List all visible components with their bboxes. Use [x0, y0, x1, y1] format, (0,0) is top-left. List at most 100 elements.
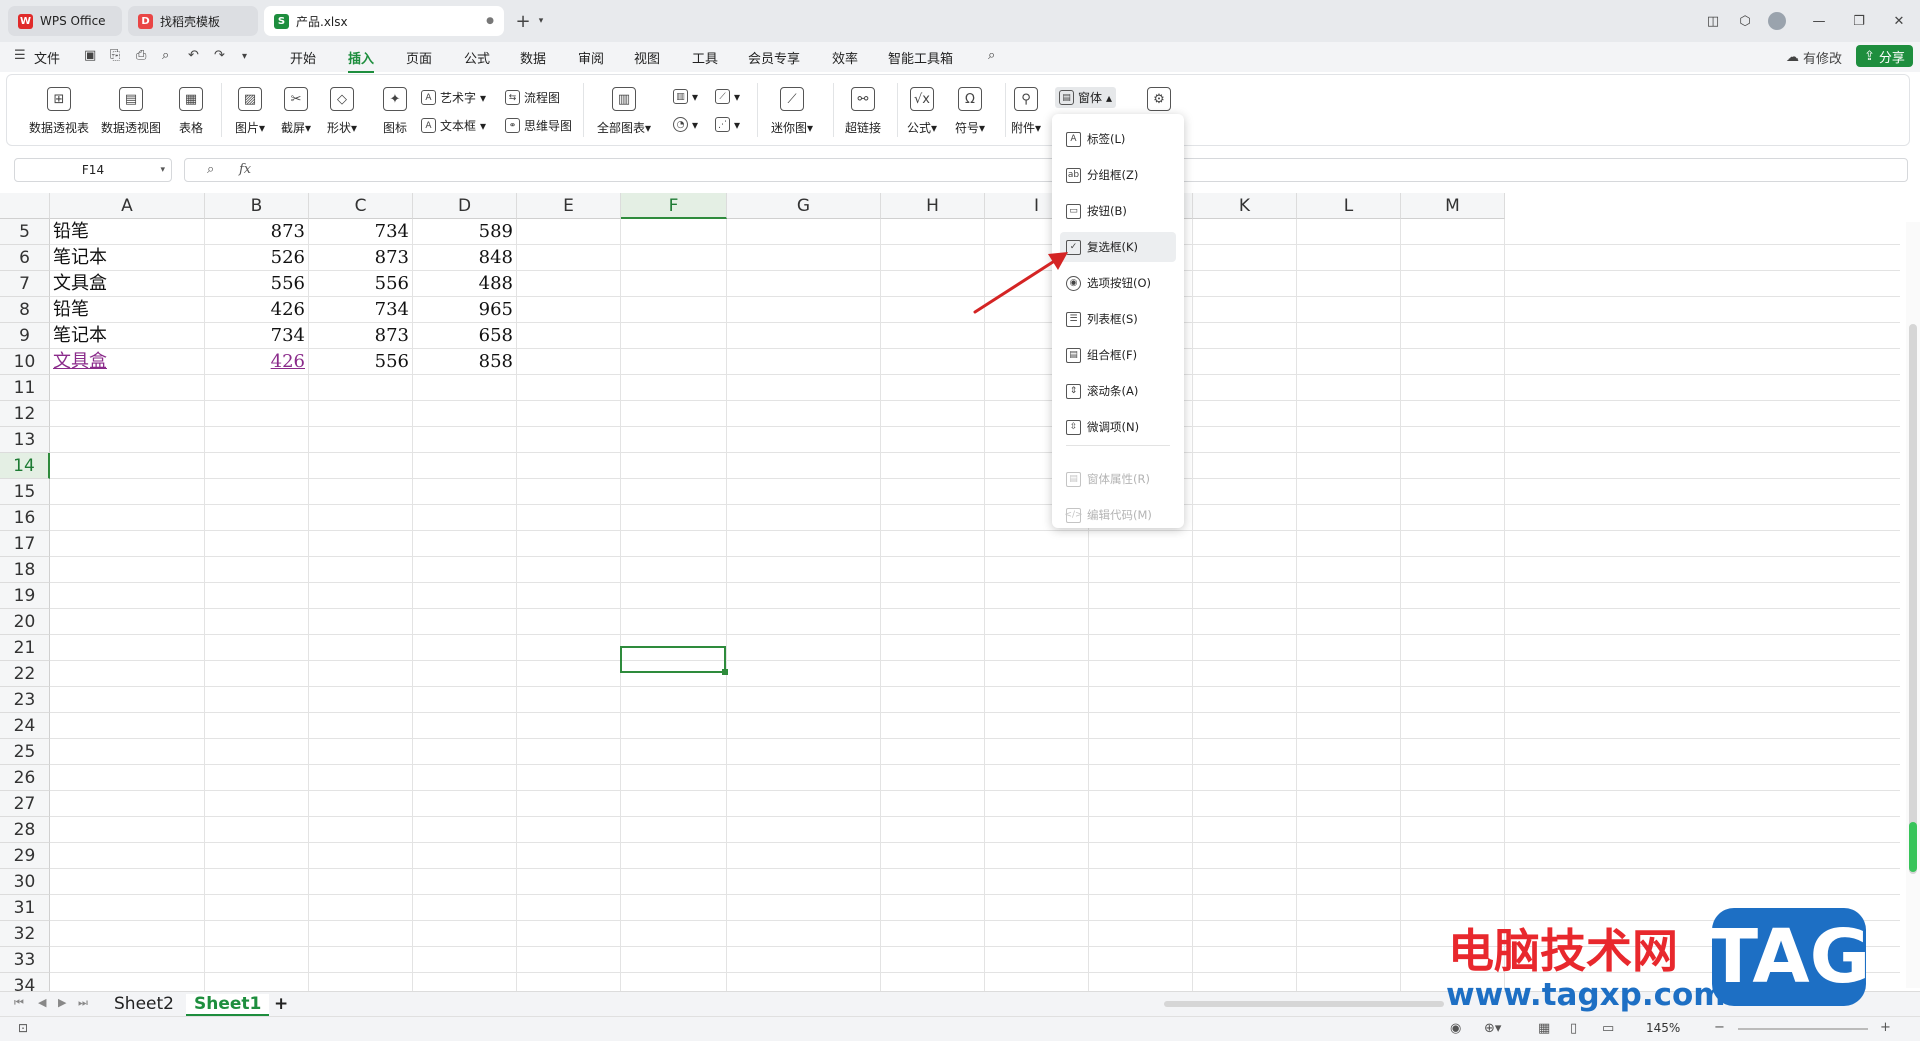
first-sheet-icon[interactable]: ⏮ [14, 996, 24, 1010]
column-header-D[interactable]: D [413, 193, 517, 219]
name-box-chevron-icon[interactable]: ▾ [160, 165, 165, 175]
textbox-button[interactable]: A 文本框 ▾ [421, 117, 486, 134]
row-header-21[interactable]: 21 [0, 635, 50, 661]
menu-view[interactable]: 视图 [634, 48, 660, 67]
cell-A7[interactable]: 文具盒 [53, 271, 107, 297]
column-header-H[interactable]: H [881, 193, 985, 219]
search-icon[interactable]: ⌕ [988, 48, 995, 63]
cell-D9[interactable]: 658 [413, 323, 513, 349]
menu-data[interactable]: 数据 [520, 48, 546, 67]
vertical-scrollbar[interactable] [1906, 222, 1920, 988]
zoom-level[interactable]: 145% [1646, 1021, 1680, 1035]
more-tools-button[interactable]: ⚙ [1147, 87, 1171, 111]
menu-member[interactable]: 会员专享 [748, 48, 800, 67]
shape-button[interactable]: ◇ 形状▾ [327, 87, 357, 136]
row-header-20[interactable]: 20 [0, 609, 50, 635]
column-header-B[interactable]: B [205, 193, 309, 219]
cell-B8[interactable]: 426 [205, 297, 305, 323]
column-header-A[interactable]: A [50, 193, 205, 219]
row-header-33[interactable]: 33 [0, 947, 50, 973]
formula-bar[interactable]: ⌕ fx [184, 158, 1908, 182]
row-header-6[interactable]: 6 [0, 245, 50, 271]
tab-product-xlsx[interactable]: S 产品.xlsx ● [264, 6, 504, 36]
undo-icon[interactable]: ↶ [188, 48, 199, 63]
cube-icon[interactable]: ⬡ [1734, 10, 1756, 32]
cell-D6[interactable]: 848 [413, 245, 513, 271]
print-preview-icon[interactable]: ⌕ [162, 48, 169, 63]
minimize-button[interactable]: — [1808, 10, 1830, 32]
pivot-table-button[interactable]: ⊞ 数据透视表 [29, 87, 89, 136]
picture-button[interactable]: ▨ 图片▾ [235, 87, 265, 136]
page-layout-icon[interactable]: ▯ [1570, 1021, 1577, 1036]
menu-efficiency[interactable]: 效率 [832, 48, 858, 67]
cell-A6[interactable]: 笔记本 [53, 245, 107, 271]
flowchart-button[interactable]: ⇆ 流程图 [505, 89, 560, 106]
column-chart-button[interactable]: ▥ ▾ [673, 89, 698, 104]
row-header-18[interactable]: 18 [0, 557, 50, 583]
cell-A5[interactable]: 铅笔 [53, 219, 89, 245]
dropdown-item-label[interactable]: A 标签(L) [1060, 124, 1176, 154]
dropdown-item-spinner[interactable]: ⇳ 微调项(N) [1060, 412, 1176, 442]
row-header-34[interactable]: 34 [0, 973, 50, 991]
spreadsheet-grid[interactable]: ABCDEFGHIJKLM 56789101112131415161718192… [0, 193, 1900, 991]
tab-wps-office[interactable]: W WPS Office [8, 6, 122, 36]
row-header-22[interactable]: 22 [0, 661, 50, 687]
row-header-28[interactable]: 28 [0, 817, 50, 843]
cell-C7[interactable]: 556 [309, 271, 409, 297]
cell-C10[interactable]: 556 [309, 349, 409, 375]
row-header-7[interactable]: 7 [0, 271, 50, 297]
column-header-L[interactable]: L [1297, 193, 1401, 219]
mindmap-button[interactable]: ⚭ 思维导图 [505, 117, 572, 134]
cell-A9[interactable]: 笔记本 [53, 323, 107, 349]
tab-docer[interactable]: D 找稻壳模板 [128, 6, 258, 36]
row-header-13[interactable]: 13 [0, 427, 50, 453]
formula-button[interactable]: √x 公式▾ [907, 87, 937, 136]
column-header-K[interactable]: K [1193, 193, 1297, 219]
scrollbar-thumb[interactable] [1909, 324, 1917, 874]
zoom-search-icon[interactable]: ⌕ [207, 162, 214, 177]
cell-C5[interactable]: 734 [309, 219, 409, 245]
hyperlink-button[interactable]: ⚯ 超链接 [845, 87, 881, 136]
column-header-M[interactable]: M [1401, 193, 1505, 219]
column-header-E[interactable]: E [517, 193, 621, 219]
menu-review[interactable]: 审阅 [578, 48, 604, 67]
file-menu[interactable]: 文件 [34, 48, 60, 67]
dropdown-item-combobox[interactable]: ▤ 组合框(F) [1060, 340, 1176, 370]
row-header-24[interactable]: 24 [0, 713, 50, 739]
cell-C9[interactable]: 873 [309, 323, 409, 349]
eye-protection-icon[interactable]: ◉ [1450, 1021, 1461, 1036]
menu-page[interactable]: 页面 [406, 48, 432, 67]
redo-icon[interactable]: ↷ [214, 48, 225, 63]
pivot-chart-button[interactable]: ▤ 数据透视图 [101, 87, 161, 136]
row-header-31[interactable]: 31 [0, 895, 50, 921]
add-sheet-button[interactable]: + [266, 994, 296, 1014]
save-icon[interactable]: ▣ [84, 48, 96, 63]
form-button[interactable]: ▤ 窗体 ▴ [1055, 87, 1117, 108]
zoom-out-icon[interactable]: − [1714, 1020, 1725, 1035]
row-header-32[interactable]: 32 [0, 921, 50, 947]
row-header-26[interactable]: 26 [0, 765, 50, 791]
row-header-23[interactable]: 23 [0, 687, 50, 713]
next-sheet-icon[interactable]: ▶ [58, 996, 66, 1009]
menu-home[interactable]: 开始 [290, 48, 316, 67]
menu-insert[interactable]: 插入 [348, 48, 375, 73]
active-cell-F14[interactable] [620, 646, 728, 675]
row-header-25[interactable]: 25 [0, 739, 50, 765]
row-header-16[interactable]: 16 [0, 505, 50, 531]
select-all-corner[interactable] [0, 193, 50, 219]
dropdown-item-button[interactable]: ▭ 按钮(B) [1060, 196, 1176, 226]
scatter-chart-button[interactable]: ⋰ ▾ [715, 117, 740, 132]
menu-tools[interactable]: 工具 [692, 48, 718, 67]
layout-icon[interactable]: ◫ [1702, 10, 1724, 32]
sheet-tab-sheet1[interactable]: Sheet1 [186, 994, 270, 1016]
cell-A10[interactable]: 文具盒 [53, 349, 107, 375]
row-header-8[interactable]: 8 [0, 297, 50, 323]
row-header-5[interactable]: 5 [0, 219, 50, 245]
column-header-G[interactable]: G [727, 193, 881, 219]
row-header-29[interactable]: 29 [0, 843, 50, 869]
fx-icon[interactable]: fx [239, 162, 251, 177]
page-break-icon[interactable]: ▭ [1602, 1021, 1614, 1036]
icon-button[interactable]: ✦ 图标 [383, 87, 407, 136]
cell-B9[interactable]: 734 [205, 323, 305, 349]
table-button[interactable]: ▦ 表格 [179, 87, 203, 136]
